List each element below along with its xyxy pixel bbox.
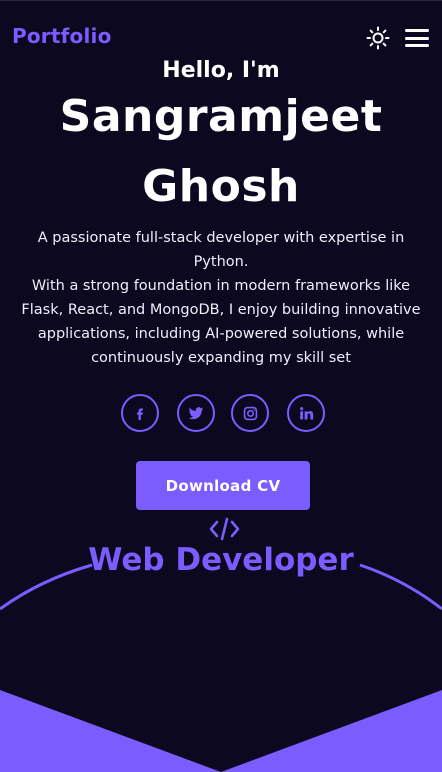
linkedin-link[interactable] [287,394,325,432]
bio-line: continuously expanding my skill set [91,350,351,366]
top-divider [0,0,442,1]
instagram-link[interactable] [231,394,269,432]
bio-paragraph: A passionate full-stack developer with e… [6,226,436,370]
sun-icon[interactable] [366,26,390,50]
linkedin-icon [299,406,313,419]
name-line-1: Sangramjeet [59,91,383,142]
name-line-2: Ghosh [142,161,300,212]
social-links [0,394,442,432]
bio-line: Python. [193,254,249,270]
facebook-icon [137,408,143,420]
bio-line: Flask, React, and MongoDB, I enjoy build… [21,302,421,318]
instagram-icon [243,406,257,420]
bio-line: applications, including AI-powered solut… [37,326,405,342]
hero-name: Sangramjeet Ghosh [0,82,442,222]
hamburger-menu-icon[interactable] [405,29,429,47]
twitter-link[interactable] [177,394,215,432]
greeting: Hello, I'm [162,58,280,83]
bio-line: With a strong foundation in modern frame… [31,278,411,294]
twitter-icon [188,407,204,420]
decorative-bottom-shape [0,690,442,772]
download-cv-button[interactable]: Download CV [136,461,310,510]
facebook-link[interactable] [121,394,159,432]
bio-line: A passionate full-stack developer with e… [37,230,405,246]
decorative-arc [0,563,442,611]
logo[interactable]: Portfolio [12,24,112,48]
code-icon [209,517,240,541]
